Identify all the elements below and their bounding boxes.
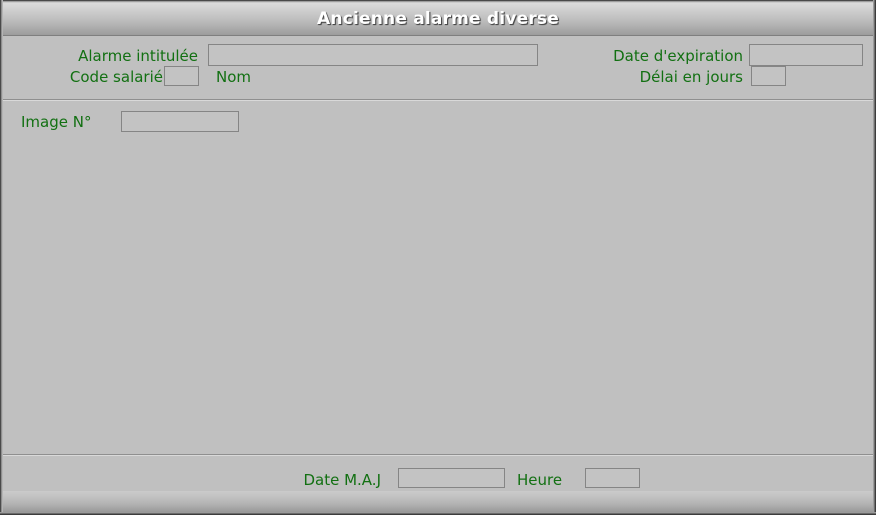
label-nom: Nom (216, 68, 252, 86)
date-expiration-input[interactable] (749, 44, 863, 66)
date-maj-input[interactable] (398, 468, 505, 488)
alarme-intitulee-input[interactable] (208, 44, 538, 66)
image-no-input[interactable] (121, 111, 239, 132)
code-salarie-input[interactable] (164, 66, 199, 86)
label-date-maj: Date M.A.J (303, 471, 381, 489)
window-title: Ancienne alarme diverse (317, 9, 559, 29)
label-heure: Heure (517, 471, 563, 489)
label-image-no: Image N° (21, 113, 92, 131)
title-bar: Ancienne alarme diverse (3, 3, 873, 36)
heure-input[interactable] (585, 468, 640, 488)
form-panel: Alarme intitulée Date d'expiration Code … (3, 37, 873, 491)
label-delai-en-jours: Délai en jours (639, 68, 743, 86)
image-display-area (3, 142, 873, 452)
label-alarme-intitulee: Alarme intitulée (78, 47, 198, 65)
label-code-salarie: Code salarié (69, 68, 163, 86)
delai-en-jours-input[interactable] (751, 66, 786, 86)
application-window: Ancienne alarme diverse Alarme intitulée… (0, 0, 876, 515)
label-date-expiration: Date d'expiration (613, 47, 743, 65)
section-separator-bottom (3, 454, 873, 456)
section-separator-top (3, 99, 873, 101)
